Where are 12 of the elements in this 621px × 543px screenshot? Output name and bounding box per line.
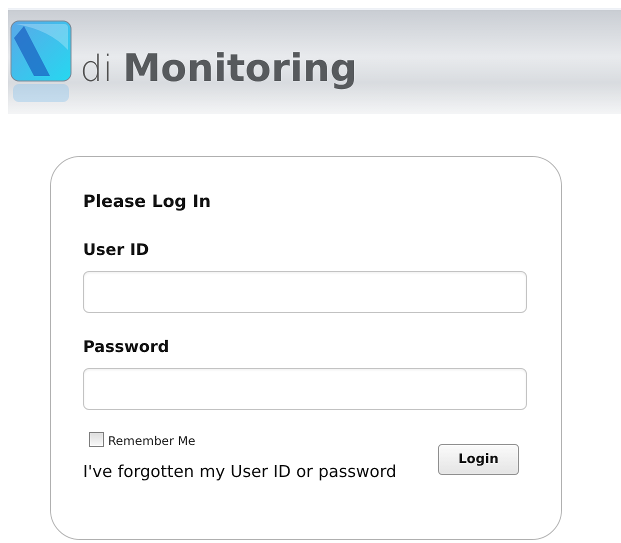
forgot-link[interactable]: I've forgotten my User ID or password — [83, 462, 397, 481]
remember-label: Remember Me — [108, 434, 196, 448]
input-field[interactable] — [83, 271, 527, 313]
brand-prefix: di — [80, 49, 113, 90]
field-label: User ID — [83, 240, 150, 259]
input-field[interactable] — [83, 368, 527, 410]
remember-checkbox[interactable] — [89, 432, 104, 447]
brand-name: Monitoring — [122, 46, 358, 90]
login-button[interactable]: Login — [438, 444, 519, 475]
field-label: Password — [83, 337, 170, 356]
logo-icon — [10, 20, 72, 104]
login-title: Please Log In — [83, 192, 212, 212]
